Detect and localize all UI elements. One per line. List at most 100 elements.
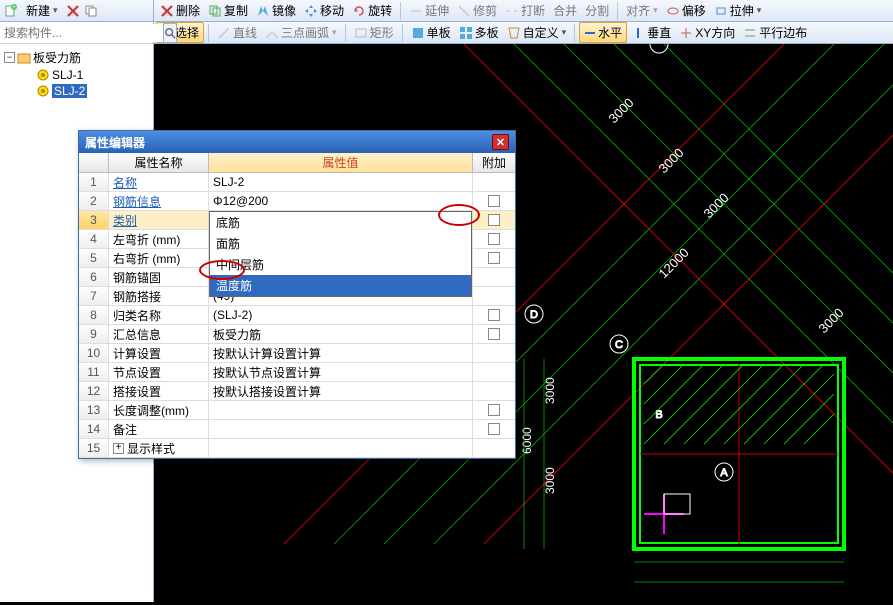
offset-button[interactable]: 偏移 — [662, 1, 710, 21]
row-add — [473, 420, 515, 438]
row-add — [473, 382, 515, 400]
row-num: 9 — [79, 325, 109, 343]
svg-text:3000: 3000 — [816, 305, 847, 336]
copy-icon[interactable] — [84, 4, 98, 18]
row-value[interactable]: 按默认搭接设置计算 — [209, 382, 473, 400]
row-value[interactable]: (SLJ-2) — [209, 306, 473, 324]
line-button[interactable]: 直线 — [213, 23, 261, 43]
mirror-button[interactable]: 镜像 — [252, 1, 300, 21]
dropdown-item[interactable]: 面筋 — [210, 233, 471, 254]
rect-button[interactable]: 矩形 — [350, 23, 398, 43]
dropdown-item[interactable]: 底筋 — [210, 212, 471, 233]
grid-row[interactable]: 13长度调整(mm) — [79, 401, 515, 420]
tree-root-label: 板受力筋 — [33, 49, 81, 66]
new-button[interactable]: 新建 ▾ — [22, 1, 62, 21]
custom-button[interactable]: 自定义▾ — [503, 23, 571, 43]
svg-text:3000: 3000 — [606, 95, 637, 126]
row-value[interactable]: SLJ-2 — [209, 173, 473, 191]
parallel-button[interactable]: 平行边布 — [739, 23, 811, 43]
row-name: 左弯折 (mm) — [109, 230, 209, 248]
extend-button[interactable]: 延伸 — [405, 1, 453, 21]
checkbox[interactable] — [488, 404, 500, 416]
row-name: 备注 — [109, 420, 209, 438]
svg-text:12000: 12000 — [656, 245, 692, 281]
arc-button[interactable]: 三点画弧▾ — [261, 23, 341, 43]
expand-icon[interactable]: + — [113, 443, 124, 454]
copy-button[interactable]: 复制 — [204, 1, 252, 21]
row-value[interactable]: Φ12@200 — [209, 192, 473, 210]
row-num: 7 — [79, 287, 109, 305]
grid-row[interactable]: 1名称SLJ-2 — [79, 173, 515, 192]
stretch-button[interactable]: 拉伸▾ — [710, 1, 766, 21]
row-value[interactable] — [209, 439, 473, 457]
row-value[interactable] — [209, 401, 473, 419]
checkbox[interactable] — [488, 423, 500, 435]
grid-row[interactable]: 14备注 — [79, 420, 515, 439]
checkbox[interactable] — [488, 252, 500, 264]
row-num: 15 — [79, 439, 109, 457]
break-button[interactable]: 打断 — [501, 1, 549, 21]
close-button[interactable]: ✕ — [492, 134, 509, 150]
grid-row[interactable]: 11节点设置按默认节点设置计算 — [79, 363, 515, 382]
chevron-down-icon: ▾ — [53, 5, 58, 16]
grid-row[interactable]: 8归类名称(SLJ-2) — [79, 306, 515, 325]
merge-button[interactable]: 合并 — [549, 1, 581, 21]
split-button[interactable]: 分割 — [581, 1, 613, 21]
xy-button[interactable]: XY方向 — [675, 23, 739, 43]
row-name: 钢筋锚固 — [109, 268, 209, 286]
row-add — [473, 363, 515, 381]
row-add — [473, 192, 515, 210]
search-input[interactable] — [0, 24, 163, 42]
svg-text:3000: 3000 — [543, 467, 557, 494]
checkbox[interactable] — [488, 328, 500, 340]
row-add — [473, 439, 515, 457]
search-icon — [164, 27, 176, 39]
svg-text:3000: 3000 — [543, 377, 557, 404]
tree-toggle-icon[interactable]: − — [4, 52, 15, 63]
row-name: 归类名称 — [109, 306, 209, 324]
row-num: 3 — [79, 211, 109, 229]
dialog-titlebar[interactable]: 属性编辑器 ✕ — [79, 131, 515, 153]
horiz-button[interactable]: 水平 — [579, 22, 627, 43]
row-num: 13 — [79, 401, 109, 419]
rebar-icon — [36, 84, 50, 98]
grid-row[interactable]: 9汇总信息板受力筋 — [79, 325, 515, 344]
grid-row[interactable]: 2钢筋信息Φ12@200 — [79, 192, 515, 211]
row-value[interactable]: 板受力筋 — [209, 325, 473, 343]
row-value[interactable] — [209, 420, 473, 438]
checkbox[interactable] — [488, 195, 500, 207]
svg-text:6000: 6000 — [520, 427, 534, 454]
dropdown-item[interactable]: 中间层筋 — [210, 254, 471, 275]
row-name: 钢筋信息 — [109, 192, 209, 210]
tree-item-1[interactable]: SLJ-2 — [2, 83, 151, 99]
grid-row[interactable]: 15+显示样式 — [79, 439, 515, 458]
grid-row[interactable]: 12搭接设置按默认搭接设置计算 — [79, 382, 515, 401]
single-button[interactable]: 单板 — [407, 23, 455, 43]
tree: − 板受力筋 SLJ-1 SLJ-2 — [0, 44, 153, 103]
grid-row[interactable]: 10计算设置按默认计算设置计算 — [79, 344, 515, 363]
sub-toolbar: 选择 直线 三点画弧▾ 矩形 单板 多板 自定义▾ 水平 垂直 XY方向 平行边… — [154, 22, 893, 44]
delete-button[interactable]: 删除 — [156, 1, 204, 21]
checkbox[interactable] — [488, 233, 500, 245]
checkbox[interactable] — [488, 214, 500, 226]
row-name: +显示样式 — [109, 439, 209, 457]
trim-button[interactable]: 修剪 — [453, 1, 501, 21]
category-dropdown[interactable]: 底筋面筋中间层筋温度筋 — [209, 211, 472, 297]
delete-icon[interactable] — [66, 4, 80, 18]
multi-button[interactable]: 多板 — [455, 23, 503, 43]
tree-root[interactable]: − 板受力筋 — [2, 48, 151, 67]
row-add — [473, 344, 515, 362]
tree-item-0[interactable]: SLJ-1 — [2, 67, 151, 83]
row-value[interactable]: 按默认节点设置计算 — [209, 363, 473, 381]
dropdown-item[interactable]: 温度筋 — [210, 275, 471, 296]
align-button[interactable]: 对齐▾ — [622, 1, 662, 21]
checkbox[interactable] — [488, 309, 500, 321]
svg-text:D: D — [530, 309, 538, 321]
row-num: 14 — [79, 420, 109, 438]
vert-button[interactable]: 垂直 — [627, 23, 675, 43]
rotate-button[interactable]: 旋转 — [348, 1, 396, 21]
row-value[interactable]: 按默认计算设置计算 — [209, 344, 473, 362]
move-button[interactable]: 移动 — [300, 1, 348, 21]
row-name: 长度调整(mm) — [109, 401, 209, 419]
search-button[interactable] — [163, 23, 177, 43]
